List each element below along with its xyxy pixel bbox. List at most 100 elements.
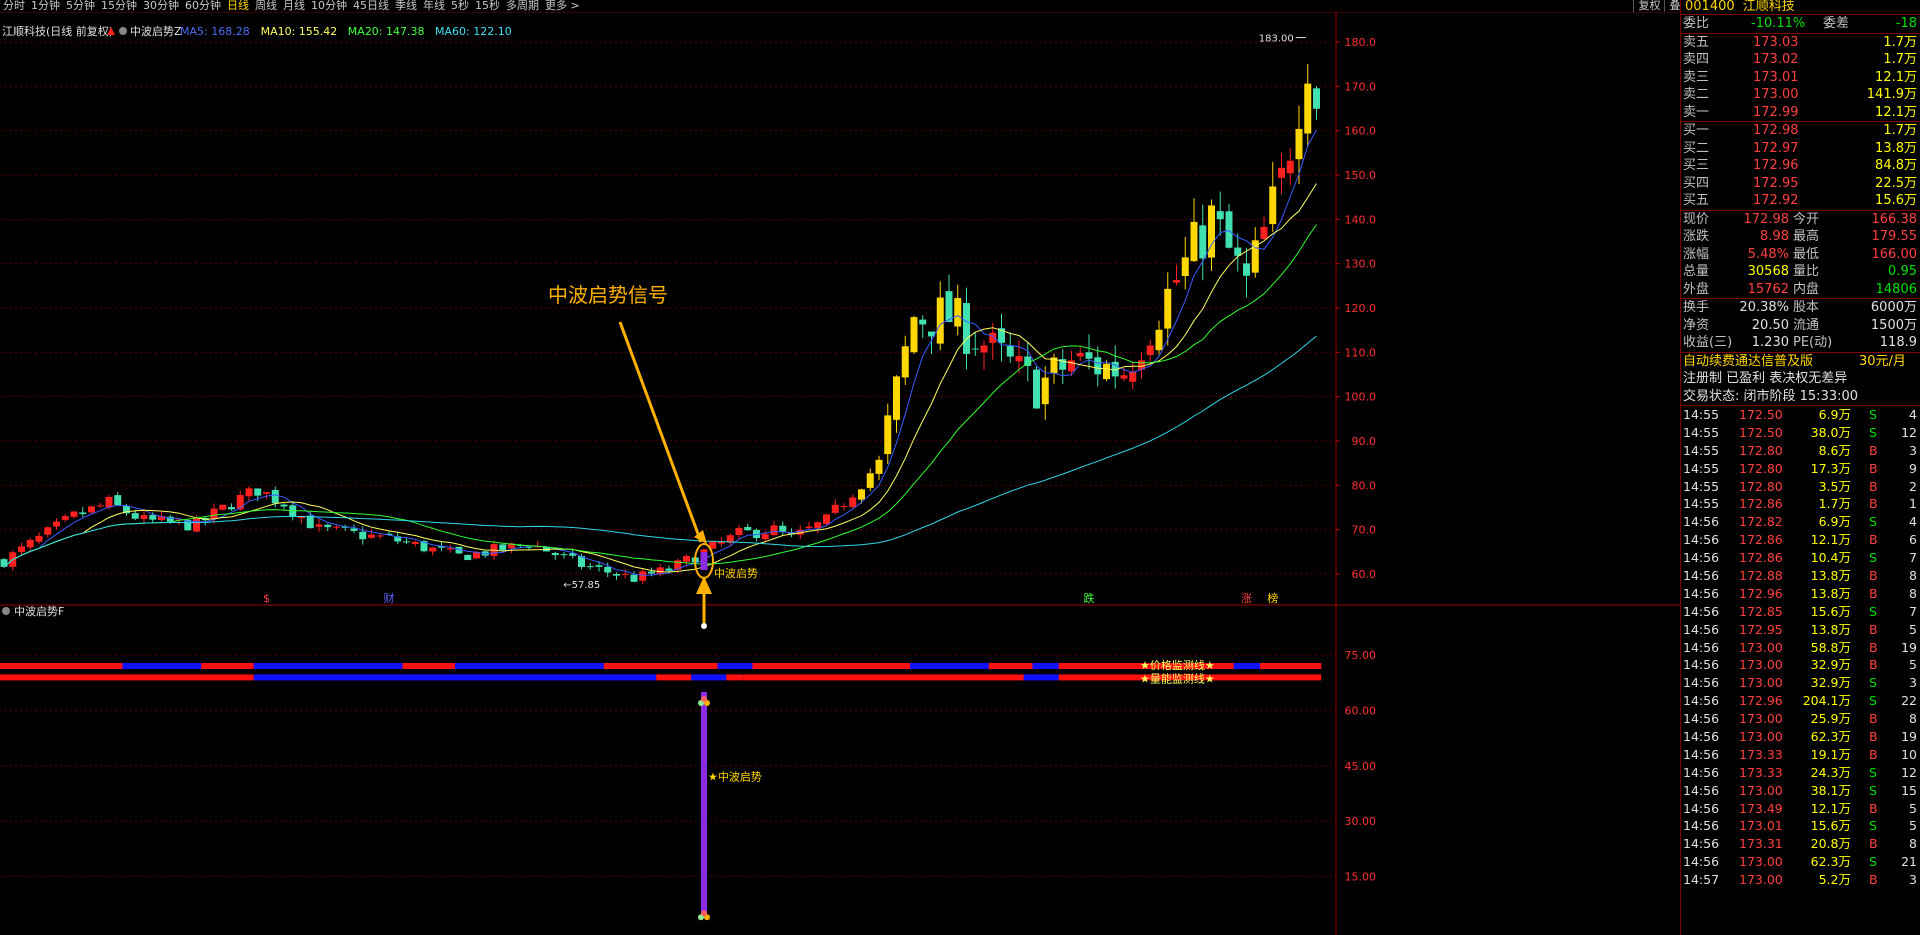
trade-count: 5 [1909, 818, 1917, 834]
period-tab[interactable]: 年线 [420, 0, 448, 12]
candle-body [1173, 280, 1180, 283]
candle-body [893, 376, 900, 420]
trade-price: 172.50 [1739, 424, 1783, 440]
stat-value: 6000万 [1870, 300, 1917, 315]
period-tab[interactable]: 10分钟 [308, 0, 350, 12]
period-tab[interactable]: 30分钟 [140, 0, 182, 12]
candle-body [595, 565, 603, 567]
candle-body [936, 297, 944, 344]
period-tab[interactable]: 月线 [280, 0, 308, 12]
asks-label: 卖二 [1683, 87, 1710, 102]
stock-name: 江顺科技 [1742, 0, 1795, 14]
candle-body [499, 544, 507, 551]
volume-monitor-label: ★量能监测线★ [1140, 671, 1215, 685]
candle-body [18, 546, 25, 553]
trade-price: 172.50 [1739, 407, 1783, 422]
price-monitor-bar [253, 663, 403, 670]
candle-body [429, 547, 437, 552]
stat-label: 现价 [1683, 211, 1710, 227]
promo-text[interactable]: 自动续费通达信普及版 [1683, 353, 1813, 371]
candle-body [228, 507, 235, 510]
period-tab[interactable]: 多周期 [503, 0, 542, 12]
trade-list[interactable]: 14:55 172.50 6.9万 S 4 14:55 172.50 38.0万 S 12 14:5… [1681, 405, 1920, 889]
trade-side: B [1869, 639, 1878, 655]
trade-price: 173.00 [1739, 711, 1783, 727]
stat-label: 涨幅 [1683, 246, 1710, 262]
candle-body [1129, 371, 1137, 382]
kline-chart-area[interactable]: 180.0 170.0 160.0 150.0 140.0 130.0 120.0 110.0… [0, 12, 1680, 935]
period-tab[interactable]: 更多 > [542, 0, 583, 12]
bids-price: 172.97 [1753, 140, 1799, 156]
ma-line-20 [3, 224, 1317, 568]
stat-label: 净资 [1683, 317, 1710, 333]
y-tick-label: 60.0 [1352, 568, 1377, 581]
candle-body [945, 291, 953, 322]
stat-row: 现价 172.98 今开 166.38 [1681, 211, 1920, 229]
period-tab[interactable]: 5分钟 [63, 0, 98, 12]
candle-body [551, 553, 559, 556]
period-tab[interactable]: 日线 [224, 0, 252, 12]
candle-body [1286, 160, 1294, 174]
stat-label: 收益(三) [1683, 335, 1733, 350]
signal-dot [701, 623, 707, 629]
trade-volume: 12.1万 [1810, 800, 1851, 816]
period-tab[interactable]: 周线 [252, 0, 280, 12]
bids-price: 172.98 [1753, 123, 1799, 138]
trade-volume: 20.8万 [1810, 836, 1851, 852]
stat-value: 20.50 [1751, 317, 1789, 333]
candle-body [315, 524, 323, 527]
trade-count: 22 [1901, 693, 1917, 709]
trade-price: 173.00 [1739, 639, 1783, 655]
trade-time: 14:56 [1683, 800, 1720, 816]
trade-time: 14:56 [1683, 782, 1720, 798]
trade-volume: 13.8万 [1810, 568, 1851, 584]
y-tick-label: 170.0 [1345, 80, 1377, 93]
trade-row: 14:56 173.49 12.1万 B 5 [1681, 800, 1920, 818]
period-tab[interactable]: 季线 [392, 0, 420, 12]
stat-value: 20.38% [1739, 300, 1789, 315]
trade-volume: 58.8万 [1810, 639, 1851, 655]
trade-count: 3 [1909, 442, 1917, 458]
candle-body [971, 348, 979, 350]
trade-volume: 25.9万 [1810, 711, 1851, 727]
trade-side: B [1869, 585, 1878, 601]
trade-price: 173.33 [1739, 746, 1783, 762]
trade-volume: 32.9万 [1810, 675, 1851, 691]
high-price-label: 183.00 [1259, 34, 1294, 45]
info-row: 注册制 已盈利 表决权无差异 [1681, 370, 1920, 388]
period-tab[interactable]: 45日线 [350, 0, 392, 12]
trade-row: 14:55 172.80 17.3万 B 9 [1681, 460, 1920, 478]
trade-time: 14:56 [1683, 746, 1720, 762]
trade-volume: 32.9万 [1810, 657, 1851, 673]
candle-body [368, 534, 375, 538]
candle-body [648, 571, 655, 574]
promo-price[interactable]: 30元/月 [1859, 353, 1906, 371]
period-tab[interactable]: 15秒 [472, 0, 503, 12]
bids-label: 买四 [1683, 175, 1710, 191]
candle-body [1278, 167, 1285, 178]
volume-monitor-bar [656, 674, 692, 681]
event-marker: 财 [384, 591, 395, 605]
trade-row: 14:56 172.88 13.8万 B 8 [1681, 567, 1920, 585]
asks-row: 卖二 173.00 141.9万 [1681, 86, 1920, 104]
trade-side: B [1869, 496, 1878, 512]
candle-body [805, 526, 813, 529]
trade-side: B [1869, 746, 1878, 762]
promo-row[interactable]: 自动续费通达信普及版 30元/月 [1681, 351, 1920, 371]
trade-volume: 19.1万 [1810, 746, 1851, 762]
trade-time: 14:55 [1683, 460, 1720, 476]
period-tab[interactable]: 1分钟 [28, 0, 63, 12]
toolbar-button[interactable]: 复权 [1633, 0, 1664, 12]
candle-body [761, 534, 769, 540]
trade-row: 14:56 172.82 6.9万 S 4 [1681, 513, 1920, 531]
trade-volume: 6.9万 [1818, 407, 1851, 422]
stat-value: 179.55 [1871, 229, 1918, 244]
candle-body [70, 511, 78, 517]
period-tab[interactable]: 5秒 [448, 0, 472, 12]
ask-list: 卖五 173.03 1.7万 卖四 173.02 1.7万 卖三 173.01 12.1万 卖二 1… [1681, 32, 1920, 122]
signal-label: 中波启势 [714, 567, 758, 580]
asks-row: 卖五 173.03 1.7万 [1681, 34, 1920, 52]
period-tab[interactable]: 60分钟 [182, 0, 224, 12]
period-tab[interactable]: 分时 [0, 0, 28, 12]
period-tab[interactable]: 15分钟 [98, 0, 140, 12]
